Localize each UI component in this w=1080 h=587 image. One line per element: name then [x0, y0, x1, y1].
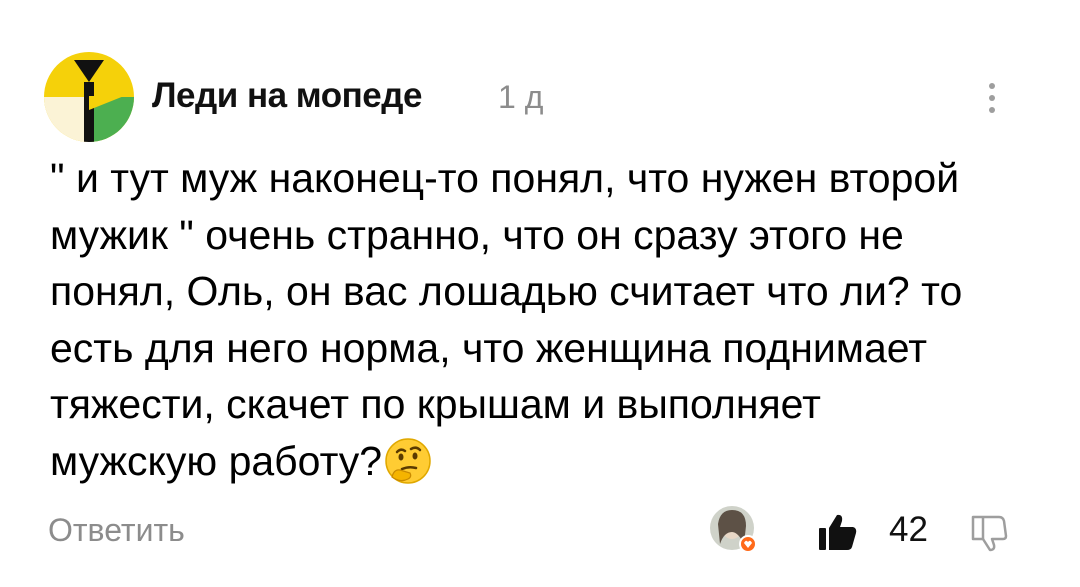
vertical-dots-icon[interactable]	[982, 78, 1002, 118]
author-name[interactable]: Леди на мопеде	[152, 76, 422, 116]
reactor-avatar[interactable]	[708, 504, 758, 554]
comment-text: " и тут муж наконец-то понял, что нужен …	[50, 150, 1040, 489]
thumbs-down-icon[interactable]	[970, 514, 1008, 552]
author-avatar-image	[44, 52, 134, 142]
author-avatar[interactable]	[44, 52, 134, 142]
post-time: 1 д	[498, 79, 544, 115]
reply-button[interactable]: Ответить	[48, 512, 185, 549]
thinking-face-emoji	[384, 437, 432, 485]
like-count: 42	[889, 510, 928, 549]
comment-body: " и тут муж наконец-то понял, что нужен …	[50, 155, 963, 484]
thumbs-up-icon[interactable]	[818, 513, 858, 551]
